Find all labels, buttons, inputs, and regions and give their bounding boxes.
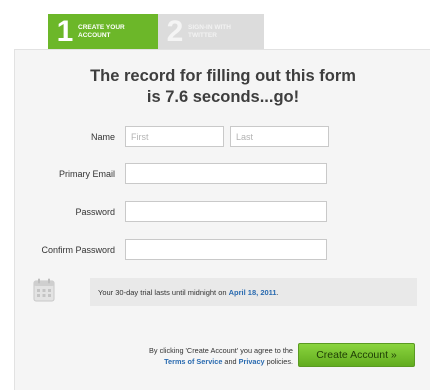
- step-1-label-line2: ACCOUNT: [78, 32, 111, 39]
- first-name-input[interactable]: [125, 126, 224, 147]
- headline-line2: is 7.6 seconds...go!: [146, 88, 300, 106]
- calendar-icon: [33, 278, 55, 302]
- terms-and: and: [222, 357, 239, 366]
- step-1-label: CREATE YOUR ACCOUNT: [78, 24, 150, 40]
- password-field[interactable]: [125, 201, 327, 222]
- signup-form-panel: The record for filling out this form is …: [14, 49, 430, 390]
- last-name-input[interactable]: [230, 126, 329, 147]
- confirm-password-label: Confirm Password: [41, 244, 115, 255]
- confirm-password-field[interactable]: [125, 239, 327, 260]
- step-2-label: SIGN-IN WITH TWITTER: [188, 24, 260, 40]
- name-label: Name: [90, 131, 115, 142]
- terms-policies: policies.: [264, 357, 293, 366]
- step-1-tab[interactable]: 1 CREATE YOUR ACCOUNT: [48, 14, 158, 50]
- privacy-link[interactable]: Privacy: [239, 357, 265, 366]
- step-1-number: 1: [56, 15, 74, 48]
- create-account-button[interactable]: Create Account »: [298, 343, 415, 367]
- trial-notice: Your 30-day trial lasts until midnight o…: [90, 278, 417, 306]
- trial-period: .: [276, 287, 279, 297]
- email-field[interactable]: [125, 163, 327, 184]
- email-label: Primary Email: [58, 168, 115, 179]
- password-label: Password: [75, 206, 115, 217]
- step-1-label-line1: CREATE YOUR: [78, 24, 125, 31]
- step-2-number: 2: [166, 15, 184, 48]
- trial-text: Your 30-day trial lasts until midnight o…: [98, 287, 229, 297]
- step-2-label-line1: SIGN-IN WITH: [188, 24, 231, 31]
- terms-line1: By clicking 'Create Account' you agree t…: [149, 346, 293, 355]
- step-2-label-line2: TWITTER: [188, 32, 217, 39]
- step-2-tab[interactable]: 2 SIGN-IN WITH TWITTER: [158, 14, 264, 50]
- step-tabs: 1 CREATE YOUR ACCOUNT 2 SIGN-IN WITH TWI…: [48, 14, 264, 50]
- trial-end-date: April 18, 2011: [228, 287, 277, 297]
- headline-line1: The record for filling out this form: [90, 67, 356, 85]
- terms-of-service-link[interactable]: Terms of Service: [164, 357, 222, 366]
- terms-notice: By clicking 'Create Account' you agree t…: [85, 345, 293, 367]
- page-title: The record for filling out this form is …: [15, 66, 430, 108]
